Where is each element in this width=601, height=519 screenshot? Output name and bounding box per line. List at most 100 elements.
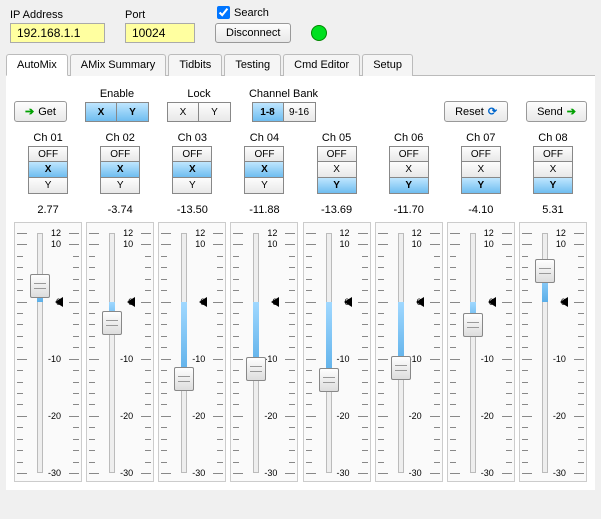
refresh-icon: ⟳ (488, 105, 497, 118)
fader-thumb[interactable] (246, 357, 266, 381)
port-input[interactable] (125, 23, 195, 43)
tab-automix[interactable]: AutoMix (6, 54, 68, 76)
channel-mode-buttons: OFFXY (244, 146, 284, 194)
channels-row: Ch 01OFFXY2.7712100-10-20-30Ch 02OFFXY-3… (14, 132, 587, 482)
fader-thumb[interactable] (174, 367, 194, 391)
arrow-right-icon: ➔ (567, 105, 576, 118)
channel-value: -11.88 (249, 204, 279, 216)
channel-3: Ch 03OFFXY-13.5012100-10-20-30 (158, 132, 226, 482)
channel-mode-off[interactable]: OFF (244, 146, 284, 162)
channel-mode-y[interactable]: Y (533, 178, 573, 194)
fader[interactable]: 12100-10-20-30 (86, 222, 154, 482)
fader[interactable]: 12100-10-20-30 (230, 222, 298, 482)
channel-mode-x[interactable]: X (461, 162, 501, 178)
fader-thumb[interactable] (463, 313, 483, 337)
channel-mode-y[interactable]: Y (172, 178, 212, 194)
fader[interactable]: 12100-10-20-30 (519, 222, 587, 482)
channel-mode-buttons: OFFXY (100, 146, 140, 194)
channel-bank-label: Channel Bank (249, 88, 318, 100)
channel-name: Ch 05 (322, 132, 351, 144)
channel-mode-y[interactable]: Y (100, 178, 140, 194)
channel-mode-x[interactable]: X (100, 162, 140, 178)
lock-label: Lock (187, 88, 210, 100)
tab-testing[interactable]: Testing (224, 54, 281, 76)
ip-input[interactable] (10, 23, 105, 43)
search-column: Search Disconnect (215, 6, 291, 43)
tab-tidbits[interactable]: Tidbits (168, 54, 222, 76)
channel-2: Ch 02 OFFXY -3.74 12100-10-20-30 (86, 132, 154, 482)
fader[interactable]: 12100-10-20-30 (158, 222, 226, 482)
lock-option-x[interactable]: X (167, 102, 199, 122)
bank-option-18[interactable]: 1-8 (252, 102, 284, 122)
send-button[interactable]: Send ➔ (526, 101, 587, 122)
channel-value: -3.74 (108, 204, 133, 216)
tab-amix-summary[interactable]: AMix Summary (70, 54, 167, 76)
zero-pointer-icon (127, 297, 135, 307)
zero-pointer-icon (271, 297, 279, 307)
reset-button[interactable]: Reset ⟳ (444, 101, 508, 122)
channel-mode-y[interactable]: Y (244, 178, 284, 194)
channel-bank-group: Channel Bank 1-89-16 (249, 88, 318, 122)
search-checkbox[interactable] (217, 6, 230, 19)
enable-option-x[interactable]: X (85, 102, 117, 122)
channel-mode-x[interactable]: X (317, 162, 357, 178)
channel-mode-buttons: OFFXY (533, 146, 573, 194)
channel-mode-x[interactable]: X (244, 162, 284, 178)
automix-panel: ➔ Get Enable XY Lock XY Channel Bank 1-8… (6, 76, 595, 490)
fader-thumb[interactable] (30, 274, 50, 298)
channel-mode-y[interactable]: Y (389, 178, 429, 194)
tab-bar: AutoMixAMix SummaryTidbitsTestingCmd Edi… (6, 53, 595, 76)
zero-pointer-icon (55, 297, 63, 307)
zero-pointer-icon (560, 297, 568, 307)
channel-name: Ch 04 (250, 132, 279, 144)
lock-option-y[interactable]: Y (199, 102, 231, 122)
fader[interactable]: 12100-10-20-30 (14, 222, 82, 482)
channel-value: -13.69 (321, 204, 352, 216)
channel-mode-off[interactable]: OFF (389, 146, 429, 162)
channel-mode-y[interactable]: Y (461, 178, 501, 194)
zero-pointer-icon (344, 297, 352, 307)
channel-name: Ch 07 (466, 132, 495, 144)
channel-mode-buttons: OFFXY (317, 146, 357, 194)
channel-name: Ch 01 (33, 132, 62, 144)
zero-pointer-icon (416, 297, 424, 307)
channel-value: -13.50 (177, 204, 208, 216)
channel-mode-off[interactable]: OFF (28, 146, 68, 162)
fader-thumb[interactable] (102, 311, 122, 335)
channel-mode-off[interactable]: OFF (533, 146, 573, 162)
fader[interactable]: 12100-10-20-30 (447, 222, 515, 482)
fader-thumb[interactable] (319, 368, 339, 392)
fader[interactable]: 12100-10-20-30 (303, 222, 371, 482)
channel-mode-off[interactable]: OFF (461, 146, 501, 162)
channel-mode-x[interactable]: X (28, 162, 68, 178)
tab-setup[interactable]: Setup (362, 54, 413, 76)
channel-mode-off[interactable]: OFF (317, 146, 357, 162)
channel-mode-y[interactable]: Y (317, 178, 357, 194)
zero-pointer-icon (488, 297, 496, 307)
channel-mode-off[interactable]: OFF (100, 146, 140, 162)
fader-thumb[interactable] (535, 259, 555, 283)
channel-5: Ch 05 OFFXY -13.69 12100-10-20-30 (303, 132, 371, 482)
channel-value: -4.10 (468, 204, 493, 216)
channel-7: Ch 07 OFFXY -4.10 12100-10-20-30 (447, 132, 515, 482)
disconnect-button[interactable]: Disconnect (215, 23, 291, 43)
fader-thumb[interactable] (391, 356, 411, 380)
enable-option-y[interactable]: Y (117, 102, 149, 122)
arrow-right-icon: ➔ (25, 105, 34, 118)
channel-mode-off[interactable]: OFF (172, 146, 212, 162)
connection-status-indicator (311, 25, 327, 41)
channel-mode-x[interactable]: X (389, 162, 429, 178)
ip-field-group: IP Address (10, 9, 105, 43)
bank-option-916[interactable]: 9-16 (284, 102, 316, 122)
tab-cmd-editor[interactable]: Cmd Editor (283, 54, 360, 76)
channel-mode-x[interactable]: X (533, 162, 573, 178)
channel-mode-y[interactable]: Y (28, 178, 68, 194)
channel-name: Ch 02 (106, 132, 135, 144)
channel-mode-x[interactable]: X (172, 162, 212, 178)
zero-pointer-icon (199, 297, 207, 307)
channel-name: Ch 06 (394, 132, 423, 144)
channel-1: Ch 01OFFXY2.7712100-10-20-30 (14, 132, 82, 482)
get-button[interactable]: ➔ Get (14, 101, 67, 122)
channel-mode-buttons: OFFXY (389, 146, 429, 194)
fader[interactable]: 12100-10-20-30 (375, 222, 443, 482)
